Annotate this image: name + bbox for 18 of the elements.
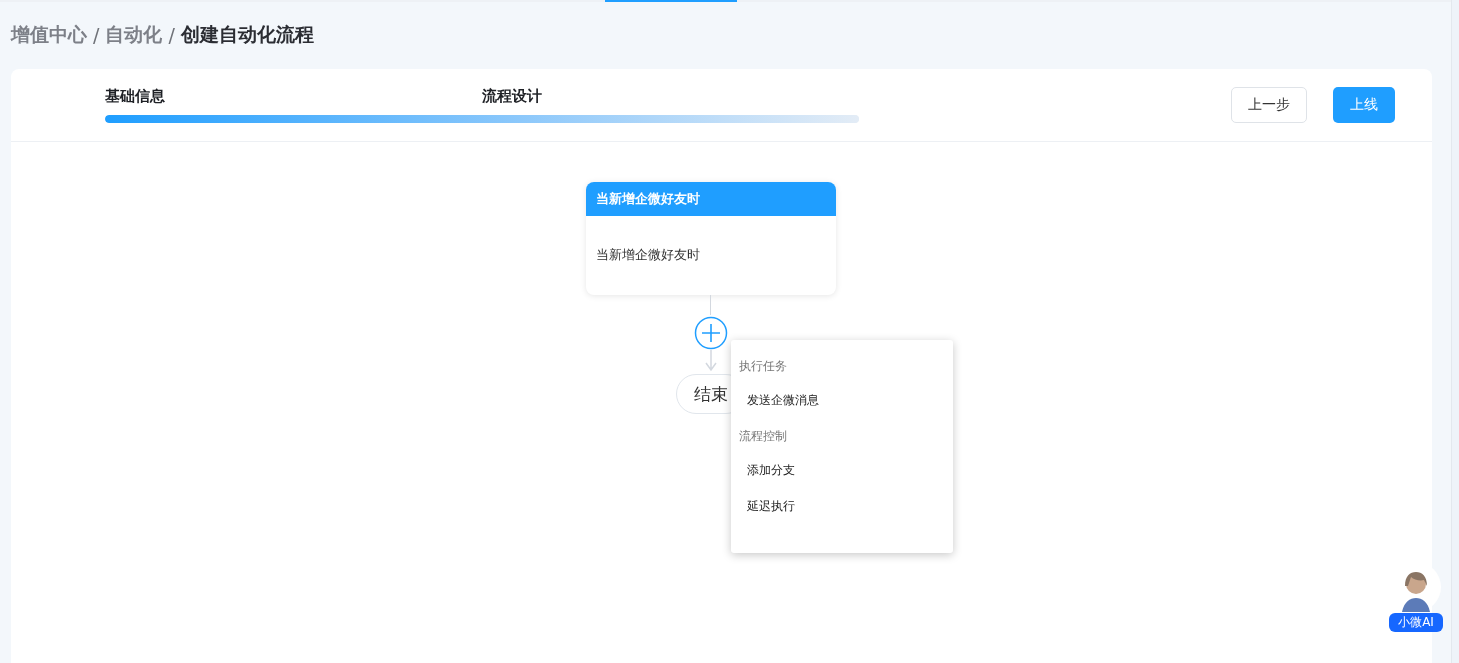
breadcrumb-item[interactable]: 增值中心 — [11, 21, 87, 48]
trigger-node[interactable]: 当新增企微好友时 当新增企微好友时 — [585, 182, 836, 295]
previous-button[interactable]: 上一步 — [1231, 87, 1307, 123]
assistant-badge[interactable]: 小微AI — [1389, 613, 1443, 632]
breadcrumb-item: / — [93, 23, 100, 46]
node-description: 当新增企微好友时 — [594, 246, 701, 264]
menu-item[interactable]: 延迟执行 — [738, 498, 945, 518]
step-label: 基础信息 — [105, 87, 166, 106]
breadcrumb-item: / — [168, 23, 175, 46]
breadcrumb-item: 创建自动化流程 — [180, 21, 314, 47]
menu-item[interactable]: 添加分支 — [738, 462, 945, 482]
breadcrumb-item[interactable]: 自动化 — [105, 21, 163, 48]
connector-arrow — [703, 350, 718, 372]
menu-group-title: 流程控制 — [738, 428, 788, 445]
add-step-icon[interactable] — [693, 316, 728, 350]
menu-group-title: 执行任务 — [738, 358, 788, 375]
step-label: 流程设计 — [482, 87, 543, 106]
node-title: 当新增企微好友时 — [585, 182, 836, 216]
